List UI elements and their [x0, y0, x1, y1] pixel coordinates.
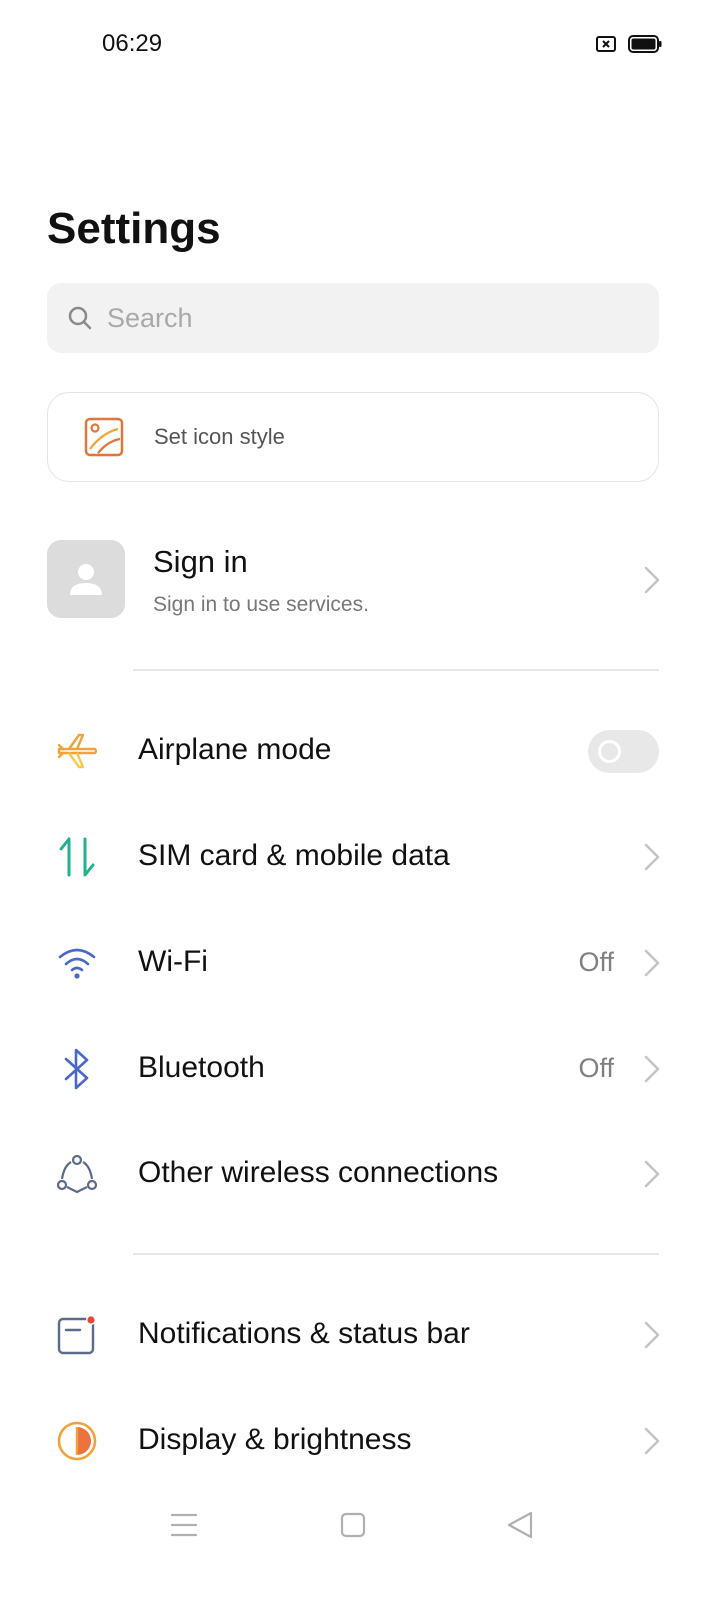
back-icon[interactable]: [500, 1508, 540, 1542]
set-icon-style-card[interactable]: Set icon style: [47, 392, 659, 482]
setting-row-notifications[interactable]: Notifications & status bar: [0, 1290, 720, 1380]
chevron-right-icon: [642, 1054, 662, 1084]
chevron-right-icon: [642, 565, 662, 595]
navigation-bar: [0, 1490, 720, 1600]
bluetooth-icon: [54, 1046, 100, 1092]
wifi-status: Off: [578, 947, 614, 977]
home-icon[interactable]: [333, 1508, 373, 1542]
user-avatar-icon: [47, 540, 125, 618]
chevron-right-icon: [642, 1320, 662, 1350]
image-frame-icon: [84, 417, 124, 457]
data-arrows-icon: [54, 834, 100, 880]
section-divider: [133, 1253, 659, 1255]
connections-icon: [54, 1151, 100, 1197]
section-divider: [133, 669, 659, 671]
sign-in-row[interactable]: Sign in Sign in to use services.: [0, 530, 720, 630]
chevron-right-icon: [642, 1426, 662, 1456]
setting-row-display[interactable]: Display & brightness: [0, 1396, 720, 1486]
screenshot-blocked-icon: [596, 36, 616, 57]
menu-icon[interactable]: [164, 1508, 204, 1542]
chevron-right-icon: [642, 948, 662, 978]
toggle-knob: [598, 740, 621, 763]
sign-in-subtitle: Sign in to use services.: [153, 593, 369, 616]
notifications-label: Notifications & status bar: [138, 1317, 470, 1350]
sim-card-label: SIM card & mobile data: [138, 839, 450, 872]
airplane-mode-label: Airplane mode: [138, 733, 332, 766]
setting-row-airplane-mode[interactable]: Airplane mode: [0, 706, 720, 796]
setting-row-sim-card[interactable]: SIM card & mobile data: [0, 812, 720, 902]
search-icon: [67, 305, 93, 331]
status-bar: 06:29: [0, 0, 720, 90]
status-time: 06:29: [102, 30, 163, 57]
airplane-mode-toggle[interactable]: [588, 730, 659, 773]
setting-row-bluetooth[interactable]: Bluetooth Off: [0, 1024, 720, 1114]
search-input[interactable]: [107, 302, 607, 334]
display-label: Display & brightness: [138, 1423, 412, 1456]
brightness-icon: [54, 1418, 100, 1464]
other-wireless-label: Other wireless connections: [138, 1156, 499, 1189]
chevron-right-icon: [642, 1159, 662, 1189]
setting-row-other-wireless[interactable]: Other wireless connections: [0, 1129, 720, 1219]
notification-panel-icon: [54, 1312, 100, 1358]
search-bar[interactable]: [47, 283, 659, 353]
airplane-icon: [54, 728, 100, 774]
wifi-icon: [54, 940, 100, 986]
bluetooth-status: Off: [578, 1053, 614, 1083]
sign-in-title: Sign in: [153, 544, 248, 579]
battery-full-icon: [628, 34, 662, 59]
chevron-right-icon: [642, 842, 662, 872]
status-icons: [596, 34, 662, 59]
set-icon-style-label: Set icon style: [154, 424, 285, 449]
settings-screen: 06:29 Settings Search Set icon style Sig…: [0, 0, 720, 1600]
wifi-label: Wi-Fi: [138, 945, 208, 978]
page-title: Settings: [47, 204, 221, 253]
bluetooth-label: Bluetooth: [138, 1051, 265, 1084]
setting-row-wifi[interactable]: Wi-Fi Off: [0, 918, 720, 1008]
